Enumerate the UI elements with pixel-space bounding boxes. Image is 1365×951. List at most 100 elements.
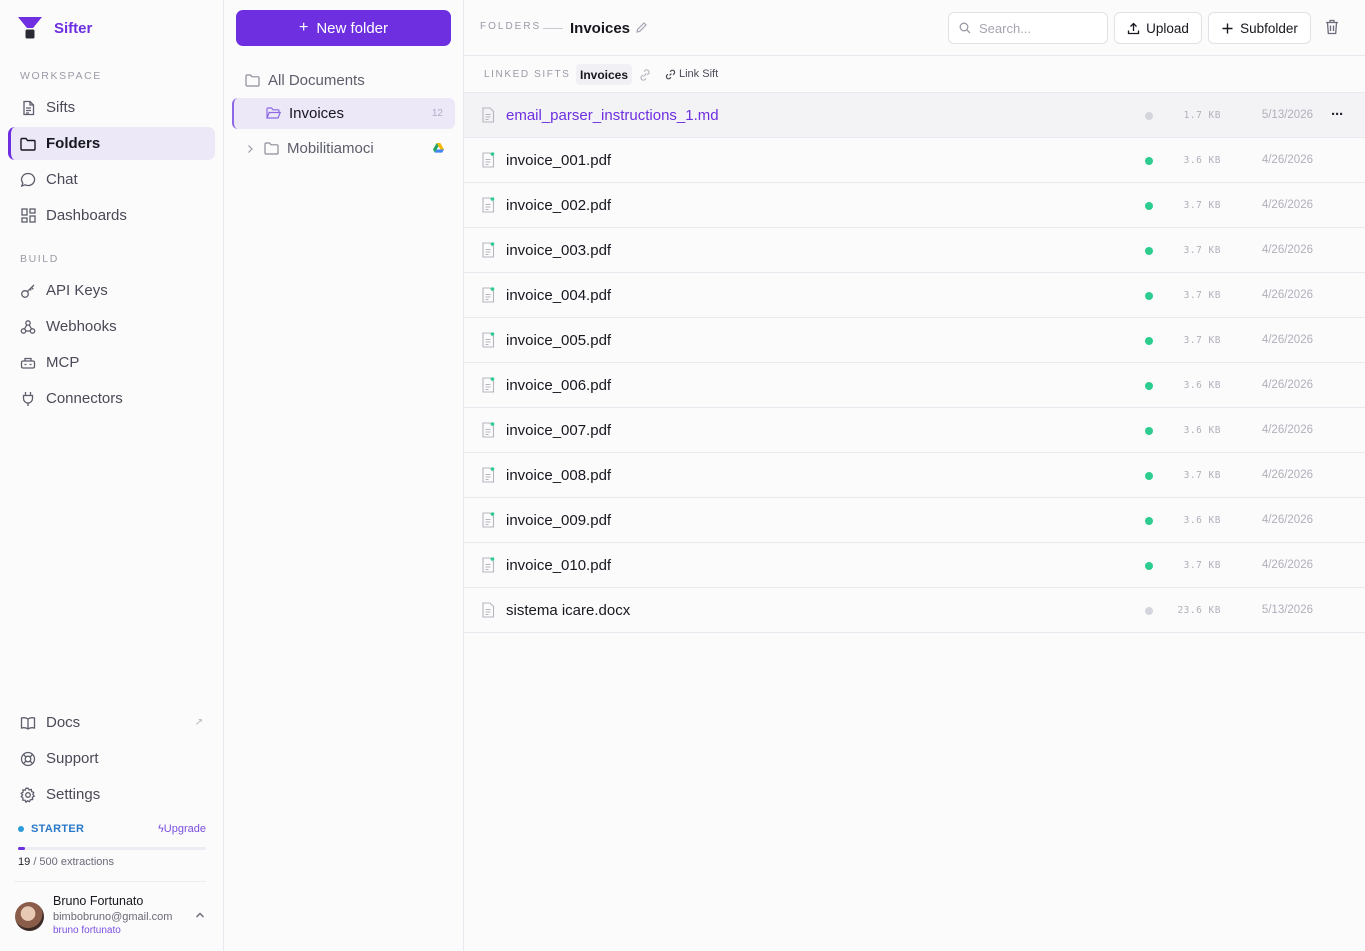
- linked-sifts-bar: LINKED SIFTS Invoices Link Sift: [464, 56, 1365, 93]
- file-row[interactable]: invoice_009.pdf 3.6 KB 4/26/2026: [464, 498, 1365, 543]
- file-row[interactable]: email_parser_instructions_1.md 1.7 KB 5/13…: [464, 93, 1365, 138]
- file-date: 4/26/2026: [1261, 514, 1313, 526]
- document-icon: [482, 287, 495, 303]
- nav-item-label: API Keys: [46, 282, 108, 299]
- unlink-icon[interactable]: [639, 68, 651, 81]
- gear-icon: [20, 787, 36, 803]
- file-date: 4/26/2026: [1261, 154, 1313, 166]
- upgrade-link[interactable]: ϟUpgrade: [158, 823, 206, 835]
- status-dot: [1145, 157, 1153, 165]
- new-folder-button[interactable]: + New folder: [236, 10, 451, 46]
- breadcrumb-root[interactable]: FOLDERS: [480, 21, 541, 32]
- nav-item-api-keys[interactable]: API Keys: [8, 274, 215, 307]
- file-row[interactable]: invoice_010.pdf 3.7 KB 4/26/2026: [464, 543, 1365, 588]
- document-icon: [482, 512, 495, 528]
- file-row[interactable]: sistema icare.docx 23.6 KB 5/13/2026: [464, 588, 1365, 633]
- document-icon: [482, 197, 495, 213]
- lifebuoy-icon: [20, 751, 36, 767]
- nav-item-settings[interactable]: Settings: [8, 778, 215, 811]
- nav-item-webhooks[interactable]: Webhooks: [8, 310, 215, 343]
- nav-item-sifts[interactable]: Sifts: [8, 91, 215, 124]
- plan-name: STARTER: [31, 823, 85, 835]
- file-size: 3.7 KB: [1183, 200, 1221, 211]
- user-name: Bruno Fortunato: [53, 894, 144, 908]
- topbar: FOLDERS Invoices Upload Subfolder: [464, 0, 1365, 56]
- file-row[interactable]: invoice_002.pdf 3.7 KB 4/26/2026: [464, 183, 1365, 228]
- usage-progress-bar: [18, 847, 206, 850]
- file-list: email_parser_instructions_1.md 1.7 KB 5/13…: [464, 93, 1365, 633]
- plus-icon: [1222, 23, 1233, 33]
- file-name: invoice_010.pdf: [506, 557, 612, 574]
- document-icon: [482, 152, 495, 168]
- document-icon: [482, 422, 495, 438]
- search-icon: [959, 22, 971, 34]
- status-dot: [1145, 427, 1153, 435]
- brand[interactable]: Sifter: [17, 14, 92, 42]
- document-icon: [482, 602, 495, 618]
- status-dot: [1145, 292, 1153, 300]
- file-name: sistema icare.docx: [506, 602, 631, 619]
- search-input[interactable]: [979, 20, 1099, 36]
- folder-pane: + New folder All Documents Invoices 12 M…: [224, 0, 464, 951]
- search-box[interactable]: [948, 12, 1108, 44]
- google-drive-icon: [433, 143, 444, 153]
- file-row[interactable]: invoice_006.pdf 3.6 KB 4/26/2026: [464, 363, 1365, 408]
- chevron-right-icon[interactable]: [245, 144, 255, 154]
- nav-item-connectors[interactable]: Connectors: [8, 382, 215, 415]
- document-icon: [482, 557, 495, 573]
- document-icon: [482, 332, 495, 348]
- nav-item-support[interactable]: Support: [8, 742, 215, 775]
- plan-row: STARTER ϟUpgrade: [18, 823, 206, 835]
- file-row[interactable]: invoice_003.pdf 3.7 KB 4/26/2026: [464, 228, 1365, 273]
- workspace-section-label: WORKSPACE: [20, 70, 102, 82]
- status-dot: [1145, 562, 1153, 570]
- external-link-icon: ↗: [194, 717, 203, 728]
- nav-item-label: Connectors: [46, 390, 123, 407]
- status-dot: [1145, 382, 1153, 390]
- nav-item-label: Settings: [46, 786, 101, 803]
- chevron-up-icon[interactable]: [194, 908, 206, 920]
- pencil-icon[interactable]: [635, 21, 648, 34]
- linked-sifts-label: LINKED SIFTS: [484, 69, 571, 80]
- dashboard-grid-icon: [20, 208, 36, 224]
- nav-item-folders[interactable]: Folders: [8, 127, 215, 160]
- linked-sift-chip[interactable]: Invoices: [576, 64, 633, 85]
- file-row[interactable]: invoice_007.pdf 3.6 KB 4/26/2026: [464, 408, 1365, 453]
- nav-item-dashboards[interactable]: Dashboards: [8, 199, 215, 232]
- nav-item-label: Dashboards: [46, 207, 127, 224]
- trash-icon[interactable]: [1325, 19, 1341, 36]
- brand-name: Sifter: [54, 19, 93, 37]
- upgrade-label: Upgrade: [163, 823, 206, 835]
- document-icon: [482, 242, 495, 258]
- tree-item-all-documents[interactable]: All Documents: [232, 65, 455, 96]
- file-size: 3.6 KB: [1183, 425, 1221, 436]
- link-sift-button[interactable]: Link Sift: [665, 68, 718, 80]
- file-row[interactable]: invoice_001.pdf 3.6 KB 4/26/2026: [464, 138, 1365, 183]
- nav-item-label: Chat: [46, 171, 78, 188]
- document-icon: [482, 107, 495, 123]
- folder-icon: [245, 74, 260, 87]
- tree-item-invoices[interactable]: Invoices 12: [232, 98, 455, 129]
- file-size: 3.7 KB: [1183, 470, 1221, 481]
- status-dot: [1145, 517, 1153, 525]
- upload-label: Upload: [1146, 20, 1189, 36]
- file-name: invoice_008.pdf: [506, 467, 612, 484]
- avatar[interactable]: [15, 902, 44, 931]
- file-row[interactable]: invoice_005.pdf 3.7 KB 4/26/2026: [464, 318, 1365, 363]
- upload-button[interactable]: Upload: [1114, 12, 1202, 44]
- file-name: invoice_003.pdf: [506, 242, 612, 259]
- nav-item-chat[interactable]: Chat: [8, 163, 215, 196]
- more-options-icon[interactable]: ···: [1331, 106, 1344, 123]
- file-date: 4/26/2026: [1261, 424, 1313, 436]
- nav-item-mcp[interactable]: MCP: [8, 346, 215, 379]
- nav-item-docs[interactable]: Docs ↗: [8, 706, 215, 739]
- build-section-label: BUILD: [20, 253, 59, 265]
- add-subfolder-button[interactable]: Subfolder: [1208, 12, 1311, 44]
- page-title: Invoices: [570, 20, 631, 37]
- tree-item-mobilitiamoci[interactable]: Mobilitiamoci: [232, 133, 455, 164]
- file-row[interactable]: invoice_008.pdf 3.7 KB 4/26/2026: [464, 453, 1365, 498]
- extraction-used: 19: [18, 856, 31, 868]
- file-date: 4/26/2026: [1261, 469, 1313, 481]
- file-row[interactable]: invoice_004.pdf 3.7 KB 4/26/2026: [464, 273, 1365, 318]
- main-content: FOLDERS Invoices Upload Subfolder LINKED…: [464, 0, 1365, 951]
